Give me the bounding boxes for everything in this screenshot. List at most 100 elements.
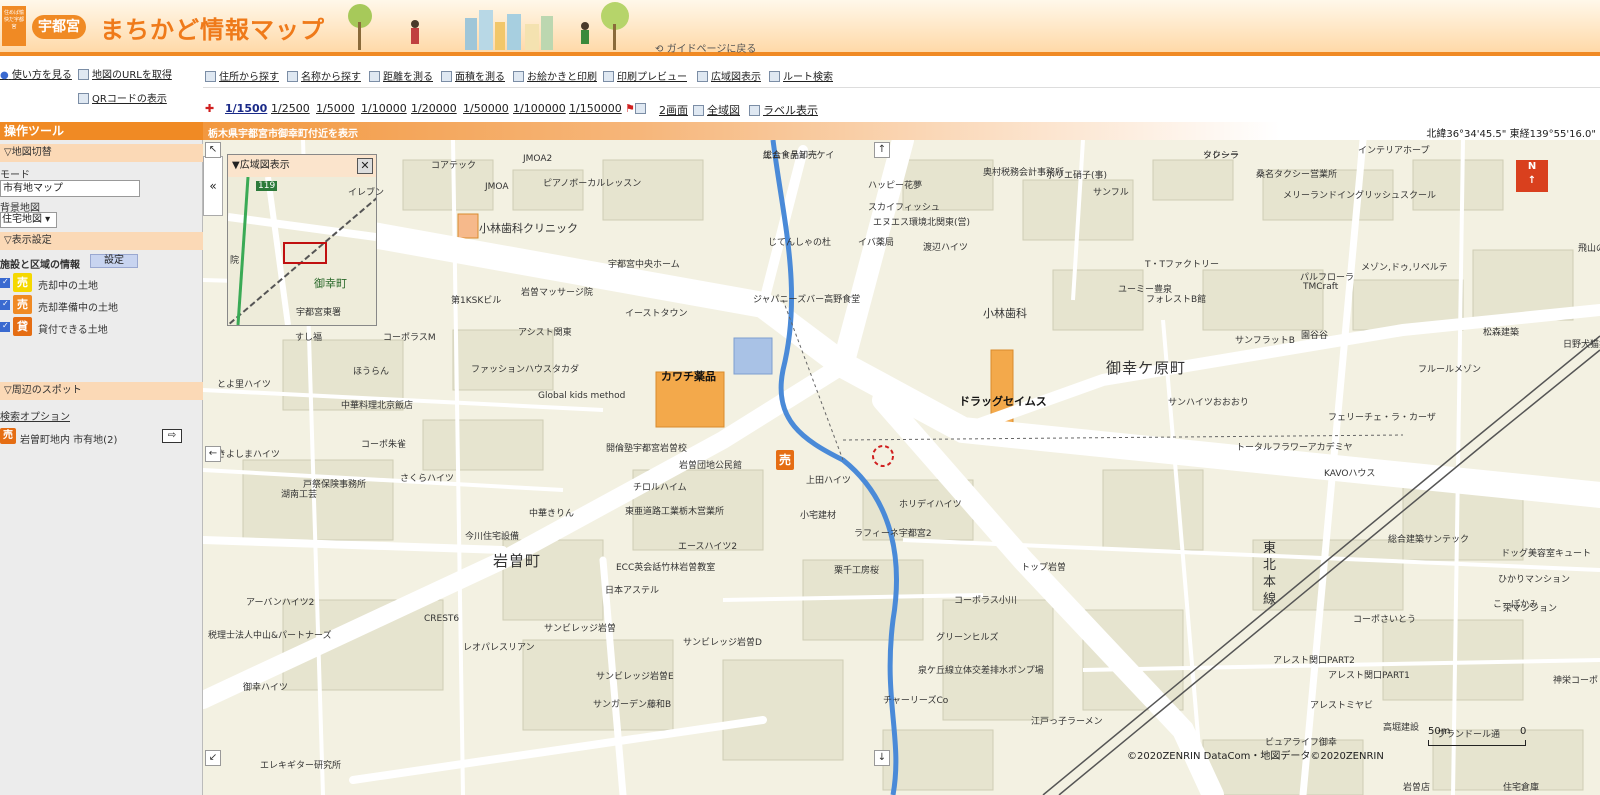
- settings-button[interactable]: 設定: [90, 254, 138, 268]
- map-switch-header[interactable]: ▽地図切替: [0, 144, 203, 162]
- dual-screen-button[interactable]: 2画面: [659, 102, 688, 118]
- print-preview-button[interactable]: 印刷プレビュー: [603, 68, 687, 83]
- map-label: 桑名タクシー営業所: [1256, 170, 1338, 180]
- help-icon: ●: [0, 70, 9, 81]
- city-logo[interactable]: 住めば愉快だ宇都宮: [2, 6, 26, 46]
- map-label: コーポさいとう: [1353, 615, 1417, 625]
- get-url-link[interactable]: 地図のURLを取得: [78, 66, 172, 81]
- checkbox-on-sale[interactable]: [0, 277, 10, 288]
- map-label: ECC英会話竹林岩曽教室: [616, 563, 716, 573]
- scale-150000[interactable]: 1/150000: [569, 102, 622, 115]
- close-icon[interactable]: ✕: [357, 158, 373, 174]
- map-label: トータルフラワーアカデミヤ: [1236, 443, 1353, 453]
- collapse-panel-button[interactable]: «: [203, 156, 223, 216]
- on-sale-label: 売却中の土地: [38, 281, 98, 292]
- checkbox-lease[interactable]: [0, 321, 10, 332]
- map-label: 東亜道路工業栃木営業所: [625, 507, 725, 517]
- map-label: スカイフィッシュ: [868, 203, 940, 213]
- tool-panel: ▽地図切替 モード 市有地マップ 背景地図 住宅地図 ▾ ▽表示設定 施設と区域…: [0, 140, 203, 795]
- map-label: フェリーチェ・ラ・カーザ: [1328, 413, 1436, 423]
- map-label: メリーランドイングリッシュスクール: [1283, 191, 1437, 201]
- map-label: グリーンヒルズ: [936, 633, 999, 643]
- map-label: さくらハイツ: [400, 474, 454, 484]
- url-icon: [78, 69, 89, 80]
- poi-kawachi[interactable]: カワチ薬品: [661, 368, 716, 384]
- measure-area-button[interactable]: 面積を測る: [441, 68, 505, 83]
- map-label: 上田ハイツ: [806, 476, 851, 486]
- overview-title[interactable]: ▼広域図表示: [228, 155, 376, 177]
- map-label: 小宅建材: [800, 511, 837, 521]
- map-label: チャーリーズCo: [883, 696, 949, 706]
- poi-drug-seims[interactable]: ドラッグセイムス: [959, 393, 1047, 409]
- scale-10000[interactable]: 1/10000: [361, 102, 407, 115]
- overview-label-in: 院: [230, 256, 240, 266]
- map-label: JMOA2: [523, 154, 553, 164]
- display-settings-header[interactable]: ▽表示設定: [0, 232, 203, 250]
- map-label: こーぽかみ: [1493, 600, 1539, 610]
- address-search-button[interactable]: 住所から探す: [205, 68, 279, 83]
- map-label: アレスト関口PART1: [1328, 671, 1410, 681]
- result-label[interactable]: 岩曽町地内 市有地(2): [20, 431, 117, 446]
- map-label: JMOA: [485, 182, 509, 192]
- scale-1500[interactable]: 1/1500: [225, 102, 267, 115]
- overview-map-image: [228, 177, 376, 325]
- pan-west-arrow[interactable]: ←: [205, 446, 221, 462]
- map-label: フルールメゾン: [1418, 365, 1482, 375]
- map-label: アレストミヤビ: [1310, 701, 1374, 711]
- map-label: ファッションハウスタカダ: [471, 365, 580, 375]
- map-label: 岩曽団地公民館: [679, 461, 743, 471]
- sale-land-marker[interactable]: 売: [776, 450, 794, 470]
- label-display-button[interactable]: ラベル表示: [749, 102, 818, 118]
- guide-back-link[interactable]: ⟲ ガイドページに戻る: [655, 40, 756, 55]
- how-to-use-link[interactable]: ● 使い方を見る: [0, 66, 72, 81]
- map-label: インテリアホープ: [1358, 146, 1430, 156]
- print-icon: [603, 71, 614, 82]
- map-canvas[interactable]: 御幸ケ原町 岩曽町 カワチ薬品 ドラッグセイムス 小林歯科クリニック 小林歯科 …: [203, 140, 1600, 795]
- map-label: 住宅倉庫: [1503, 783, 1540, 793]
- draw-print-button[interactable]: お絵かきと印刷: [513, 68, 597, 83]
- poi-kobayashi-dental[interactable]: 小林歯科: [983, 305, 1027, 321]
- pin-icon: ✚: [205, 102, 215, 115]
- pan-north-arrow[interactable]: ↑: [874, 142, 890, 158]
- map-label: メゾン,ドゥ,リベルテ: [1361, 263, 1448, 273]
- scale-50000[interactable]: 1/50000: [463, 102, 509, 115]
- search-options-link[interactable]: 検索オプション: [0, 408, 70, 423]
- measure-distance-button[interactable]: 距離を測る: [369, 68, 433, 83]
- map-label: CREST6: [424, 614, 460, 624]
- mode-field[interactable]: 市有地マップ: [0, 180, 140, 197]
- checkbox-preparing[interactable]: [0, 299, 10, 310]
- map-label: Global kids method: [538, 391, 626, 401]
- map-label: ドッグ美容室キュート: [1501, 549, 1592, 559]
- map-label: サンビレッジ岩曽E: [596, 672, 674, 682]
- map-label: コーポラスM: [383, 333, 436, 343]
- label-icon: [749, 105, 760, 116]
- route-search-button[interactable]: ルート検索: [769, 68, 833, 83]
- pan-northwest-arrow[interactable]: ↖: [205, 142, 221, 158]
- map-label: 神栄コーポ: [1553, 676, 1599, 686]
- scale-2500[interactable]: 1/2500: [271, 102, 310, 115]
- scale-20000[interactable]: 1/20000: [411, 102, 457, 115]
- nearby-spots-header[interactable]: ▽周辺のスポット: [0, 382, 203, 400]
- pan-south-arrow[interactable]: ↓: [874, 750, 890, 766]
- lease-land-icon: 貸: [13, 317, 32, 336]
- map-label: じてんしゃの杜: [768, 238, 832, 248]
- scale-100000[interactable]: 1/100000: [513, 102, 566, 115]
- pan-southwest-arrow[interactable]: ↙: [205, 750, 221, 766]
- background-map-select[interactable]: 住宅地図 ▾: [0, 212, 57, 228]
- map-label: 岩曽マッサージ院: [521, 288, 593, 298]
- poi-kobayashi-clinic[interactable]: 小林歯科クリニック: [479, 220, 578, 236]
- qr-icon: [78, 93, 89, 104]
- north-compass: N ↑: [1516, 160, 1548, 192]
- full-map-button[interactable]: 全域図: [693, 102, 740, 118]
- overview-label-police: 宇都宮東署: [296, 308, 342, 318]
- overview-map-button[interactable]: 広域図表示: [697, 68, 761, 83]
- go-arrow-button[interactable]: ⇨: [162, 429, 182, 443]
- qr-code-link[interactable]: QRコードの表示: [78, 90, 167, 105]
- name-search-button[interactable]: 名称から探す: [287, 68, 361, 83]
- result-land-icon: 売: [0, 428, 16, 444]
- area-label-gokogahara: 御幸ケ原町: [1106, 359, 1187, 377]
- tools-title: 操作ツール: [0, 122, 203, 140]
- map-label: TMCraft: [1303, 282, 1339, 292]
- scale-5000[interactable]: 1/5000: [316, 102, 355, 115]
- city-badge: 宇都宮: [32, 15, 86, 39]
